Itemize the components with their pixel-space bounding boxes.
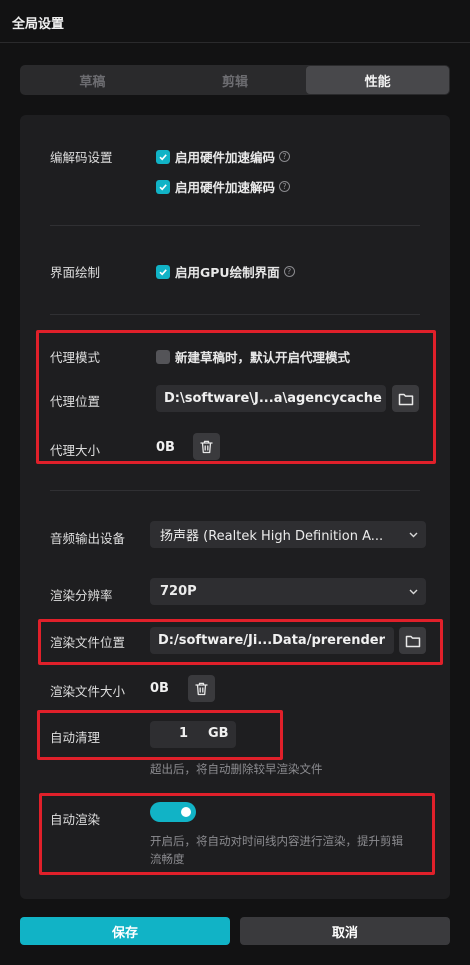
audio-device-select[interactable]: 扬声器 (Realtek High Definition A... bbox=[150, 521, 426, 548]
render-resolution-label: 渲染分辨率 bbox=[50, 588, 113, 603]
gpu-render-label: 启用GPU绘制界面 bbox=[175, 265, 280, 280]
divider bbox=[50, 314, 420, 315]
title-divider bbox=[0, 42, 470, 43]
help-icon[interactable]: ? bbox=[283, 266, 295, 277]
audio-device-value: 扬声器 (Realtek High Definition A... bbox=[160, 529, 384, 544]
divider bbox=[50, 490, 420, 491]
hw-decode-checkbox[interactable]: 启用硬件加速解码 ? bbox=[156, 177, 291, 196]
auto-clean-hint: 超出后，将自动删除较早渲染文件 bbox=[150, 762, 323, 776]
cancel-button[interactable]: 取消 bbox=[240, 917, 450, 945]
highlight-box-auto-render bbox=[39, 793, 435, 875]
highlight-box-auto-clean bbox=[37, 710, 283, 760]
checkbox-checked-icon bbox=[156, 179, 170, 194]
render-size-value: 0B bbox=[150, 681, 169, 696]
highlight-box-proxy bbox=[36, 330, 436, 464]
tab-edit[interactable]: 剪辑 bbox=[164, 66, 307, 94]
save-button[interactable]: 保存 bbox=[20, 917, 230, 945]
gpu-render-checkbox[interactable]: 启用GPU绘制界面 ? bbox=[156, 262, 295, 281]
chevron-down-icon bbox=[409, 589, 418, 594]
ui-render-label: 界面绘制 bbox=[50, 265, 101, 280]
window-title: 全局设置 bbox=[12, 17, 65, 32]
help-icon[interactable]: ? bbox=[279, 181, 291, 192]
checkbox-checked-icon bbox=[156, 264, 170, 279]
tab-draft[interactable]: 草稿 bbox=[21, 66, 164, 94]
render-resolution-value: 720P bbox=[160, 584, 197, 599]
render-size-label: 渲染文件大小 bbox=[50, 684, 126, 699]
render-clear-button[interactable] bbox=[188, 675, 215, 702]
audio-device-label: 音频输出设备 bbox=[50, 531, 126, 546]
settings-panel: 编解码设置 启用硬件加速编码 ? 启用硬件加速解码 ? 界面绘制 启用GPU绘制… bbox=[20, 115, 450, 899]
divider bbox=[50, 225, 420, 226]
hw-encode-checkbox[interactable]: 启用硬件加速编码 ? bbox=[156, 147, 291, 166]
tab-bar: 草稿 剪辑 性能 bbox=[20, 65, 450, 95]
highlight-box-render-location bbox=[38, 619, 443, 665]
hw-decode-label: 启用硬件加速解码 bbox=[175, 180, 276, 195]
hw-encode-label: 启用硬件加速编码 bbox=[175, 150, 276, 165]
tab-performance[interactable]: 性能 bbox=[306, 66, 450, 94]
trash-icon bbox=[195, 682, 208, 695]
codec-label: 编解码设置 bbox=[50, 150, 113, 165]
chevron-down-icon bbox=[409, 532, 418, 537]
checkbox-checked-icon bbox=[156, 149, 170, 164]
help-icon[interactable]: ? bbox=[279, 151, 291, 162]
render-resolution-select[interactable]: 720P bbox=[150, 578, 426, 605]
